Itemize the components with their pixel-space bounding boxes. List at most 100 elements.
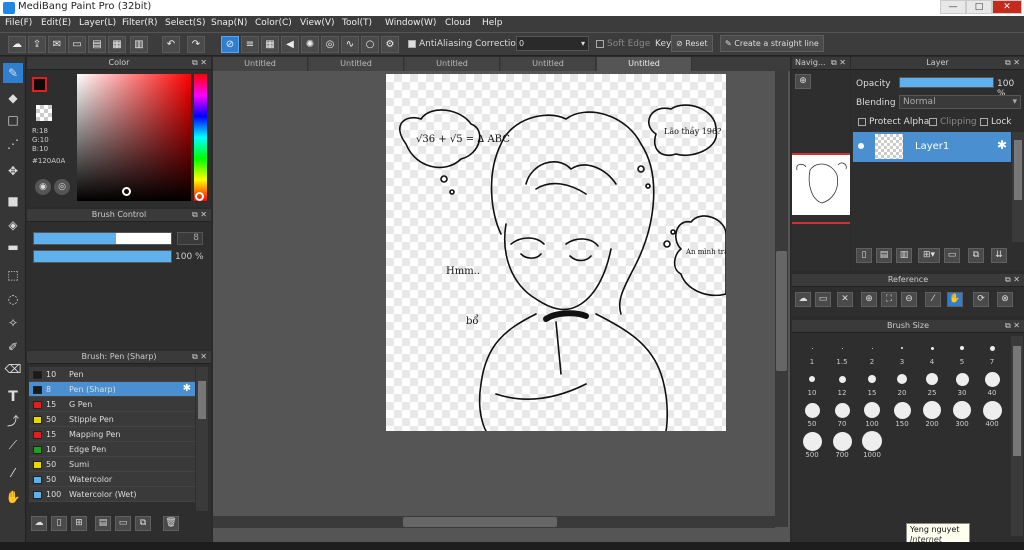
horizontal-scroll-thumb[interactable] [403, 517, 557, 527]
menu-color[interactable]: Color(C) [255, 18, 292, 28]
brush-list-item[interactable]: 10 Pen [29, 367, 195, 382]
brush-list-item[interactable]: 10 Edge Pen [29, 442, 195, 457]
brush-size-option[interactable]: 1 [798, 338, 826, 368]
circle-snap-icon[interactable]: ◎ [321, 36, 339, 53]
brush-size-option[interactable]: 15 [858, 369, 886, 399]
magic-wand-tool-icon[interactable]: ✧ [3, 313, 23, 333]
brush-list-item[interactable]: 50 Stipple Pen [29, 412, 195, 427]
zoom-icon[interactable]: ⊕ [795, 74, 811, 89]
brush-list-scrollbar[interactable] [196, 367, 208, 511]
curve-snap-icon[interactable]: ∿ [341, 36, 359, 53]
new-layer-icon[interactable]: ▯ [856, 248, 872, 263]
clipping-checkbox[interactable] [929, 117, 937, 126]
brush-list-item[interactable]: 100 Watercolor (Wet) [29, 487, 195, 502]
gradient-tool-icon[interactable]: ▬ [3, 237, 23, 257]
protect-alpha-checkbox[interactable] [858, 117, 866, 126]
reset-rotate-icon[interactable]: ⊗ [997, 292, 1013, 307]
navigator-preview[interactable] [792, 153, 850, 215]
menu-select[interactable]: Select(S) [165, 18, 206, 28]
brush-size-option[interactable]: 3 [888, 338, 916, 368]
reset-button[interactable]: ⊘ Reset [671, 35, 713, 52]
new-brush-icon[interactable]: ▯ [51, 516, 67, 531]
layer-scrollbar[interactable] [1012, 132, 1024, 242]
menu-cloud[interactable]: Cloud [445, 18, 471, 28]
trash-icon[interactable]: 🗑 [163, 516, 179, 531]
hue-slider[interactable] [194, 74, 207, 201]
brush-settings-icon[interactable]: ✱ [183, 383, 191, 394]
minimize-button[interactable]: — [940, 0, 966, 14]
menu-help[interactable]: Help [482, 18, 503, 28]
brush-size-option[interactable]: 30 [948, 369, 976, 399]
menu-filter[interactable]: Filter(R) [122, 18, 158, 28]
undo-icon[interactable]: ↶ [162, 36, 180, 53]
saturation-value-picker[interactable] [77, 74, 191, 201]
canvas-horizontal-scrollbar[interactable] [213, 516, 775, 528]
tab-untitled-2[interactable]: Untitled [309, 57, 404, 71]
brush-size-option[interactable]: 100 [858, 400, 886, 430]
menu-edit[interactable]: Edit(E) [41, 18, 71, 28]
menu-snap[interactable]: Snap(N) [211, 18, 247, 28]
duplicate-layer-icon[interactable]: ⧉ [968, 248, 984, 263]
brush-size-option[interactable]: 150 [888, 400, 916, 430]
panel-controls-icon[interactable]: ⧉ ✕ [1005, 320, 1020, 332]
menu-layer[interactable]: Layer(L) [79, 18, 116, 28]
hue-handle[interactable] [195, 192, 204, 201]
reference-open-icon[interactable]: ▭ [815, 292, 831, 307]
brush-size-option[interactable]: 20 [888, 369, 916, 399]
reference-eyedropper-icon[interactable]: ⁄ [925, 292, 941, 307]
brush-size-option[interactable]: 7 [978, 338, 1006, 368]
radial-snap-icon[interactable]: ✺ [301, 36, 319, 53]
cloud-icon[interactable]: ☁ [8, 36, 26, 53]
cloud-brush-icon[interactable]: ☁ [31, 516, 47, 531]
tab-untitled-1[interactable]: Untitled [213, 57, 308, 71]
select-pen-tool-icon[interactable]: ✐ [3, 337, 23, 357]
select-tool-icon[interactable]: ⬚ [3, 265, 23, 285]
menu-view[interactable]: View(V) [300, 18, 335, 28]
close-button[interactable]: ✕ [992, 0, 1022, 14]
antialiasing-checkbox[interactable] [408, 39, 416, 48]
upload-icon[interactable]: ⇪ [28, 36, 46, 53]
new-halftone-layer-icon[interactable]: ▤ [876, 248, 892, 263]
redo-icon[interactable]: ↷ [187, 36, 205, 53]
panel-controls-icon[interactable]: ⧉ ✕ [192, 57, 207, 69]
document-icon[interactable]: ▤ [88, 36, 106, 53]
brush-size-option[interactable]: 40 [978, 369, 1006, 399]
vertical-scroll-thumb[interactable] [776, 251, 787, 371]
dot-tool-icon[interactable]: ⋰ [3, 134, 23, 154]
brush-size-value[interactable]: 8 [177, 232, 203, 245]
brush-size-option[interactable]: 1.5 [828, 338, 856, 368]
brush-size-option[interactable]: 70 [828, 400, 856, 430]
select-eraser-tool-icon[interactable]: ⌫ [3, 359, 23, 379]
new-8bit-layer-icon[interactable]: ▥ [896, 248, 912, 263]
brush-size-option[interactable]: 200 [918, 400, 946, 430]
secondary-color-swatch[interactable] [36, 105, 52, 121]
layer-row[interactable]: Layer1 ✱ [853, 132, 1011, 162]
grid-snap-icon[interactable]: ▦ [261, 36, 279, 53]
fill-rect-tool-icon[interactable]: ■ [3, 191, 23, 211]
panel-controls-icon[interactable]: ⧉ ✕ [831, 57, 846, 69]
lasso-tool-icon[interactable]: ◌ [3, 289, 23, 309]
brush-size-option[interactable]: 2 [858, 338, 886, 368]
move-tool-icon[interactable]: ✥ [3, 161, 23, 181]
page-icon[interactable]: ▥ [130, 36, 148, 53]
page-list-icon[interactable]: ▦ [108, 36, 126, 53]
color-picker-handle[interactable] [122, 187, 131, 196]
brush-size-option[interactable]: 12 [828, 369, 856, 399]
panel-controls-icon[interactable]: ⧉ ✕ [192, 209, 207, 221]
perspective-snap-icon[interactable]: ◀ [281, 36, 299, 53]
drawing-canvas[interactable]: √36 + √5 = ∆ ABC Lão thầy 196? An mình t… [386, 74, 742, 432]
panel-controls-icon[interactable]: ⧉ ✕ [1005, 57, 1020, 69]
menu-window[interactable]: Window(W) [385, 18, 436, 28]
folder-icon[interactable]: ▭ [115, 516, 131, 531]
canvas-vertical-scrollbar[interactable] [775, 71, 788, 527]
brush-size-option[interactable]: 400 [978, 400, 1006, 430]
brush-opacity-slider[interactable] [33, 250, 172, 263]
parallel-snap-icon[interactable]: ≡ [241, 36, 259, 53]
eyedropper-tool-icon[interactable]: ⁄ [3, 463, 23, 483]
brush-size-option[interactable]: 4 [918, 338, 946, 368]
bucket-tool-icon[interactable]: ◈ [3, 215, 23, 235]
rectangle-tool-icon[interactable]: □ [3, 110, 23, 130]
operation-tool-icon[interactable]: ⤴ [3, 411, 23, 431]
reference-close-icon[interactable]: ✕ [837, 292, 853, 307]
zoom-out-icon[interactable]: ⊖ [901, 292, 917, 307]
